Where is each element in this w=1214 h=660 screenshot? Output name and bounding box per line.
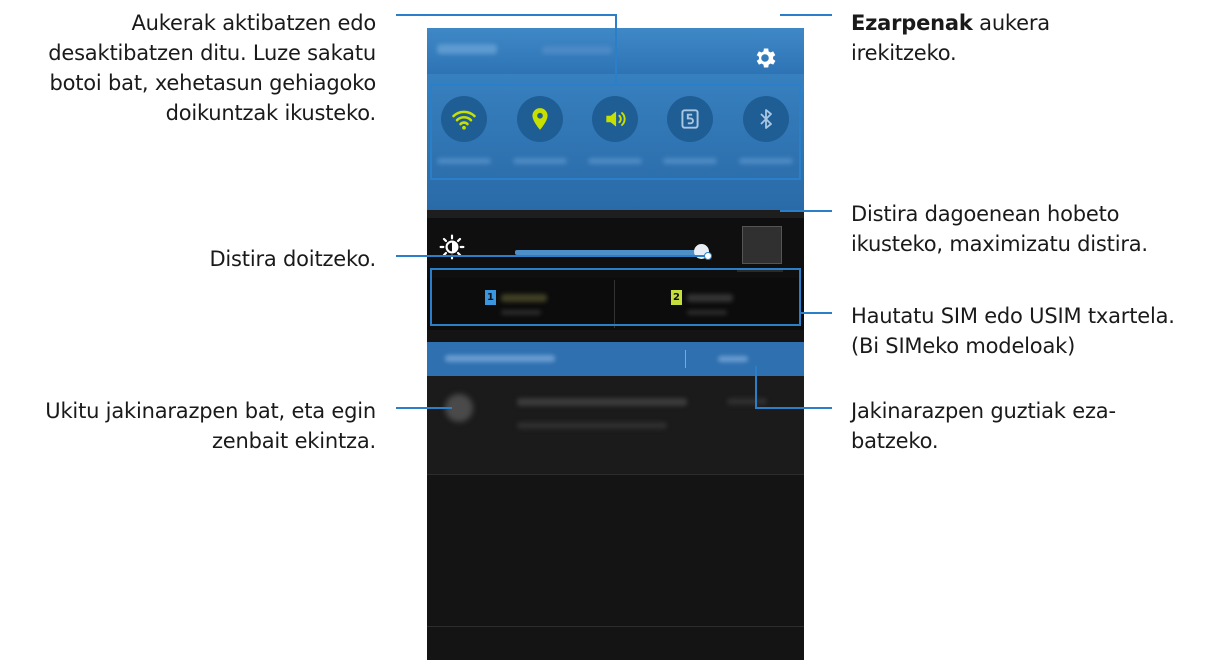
toggles-leader-line — [396, 14, 617, 84]
clear-leader-line — [755, 366, 832, 409]
callout-leader-lines — [396, 14, 832, 409]
brightness-leader-dot — [704, 252, 712, 260]
